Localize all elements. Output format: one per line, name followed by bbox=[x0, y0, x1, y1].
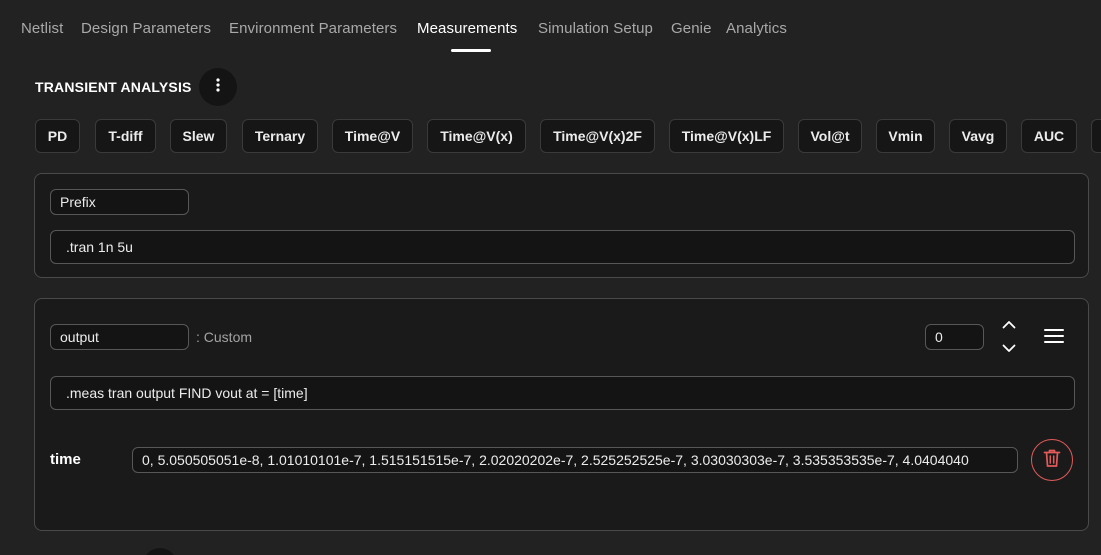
prefix-name-input[interactable]: Prefix bbox=[50, 189, 189, 215]
measure-button-ternary[interactable]: Ternary bbox=[242, 119, 318, 153]
app-root: Netlist Design Parameters Environment Pa… bbox=[0, 0, 1101, 555]
measure-button-time-at-vx-2f[interactable]: Time@V(x)2F bbox=[540, 119, 655, 153]
measure-button-time-at-vx[interactable]: Time@V(x) bbox=[427, 119, 526, 153]
measure-type-label: : Custom bbox=[196, 329, 253, 345]
measure-button-vol-at-t[interactable]: Vol@t bbox=[798, 119, 862, 153]
measure-card: output : Custom 0 .meas tran output FIND… bbox=[34, 298, 1089, 531]
top-nav: Netlist Design Parameters Environment Pa… bbox=[0, 0, 1101, 56]
chevron-up-icon bbox=[1002, 316, 1016, 334]
delete-param-button[interactable] bbox=[1031, 439, 1073, 481]
section-title: TRANSIENT ANALYSIS bbox=[35, 79, 192, 95]
measure-index-input[interactable]: 0 bbox=[925, 324, 984, 350]
tab-genie[interactable]: Genie bbox=[671, 20, 712, 37]
tab-analytics[interactable]: Analytics bbox=[726, 20, 787, 37]
tab-design-parameters[interactable]: Design Parameters bbox=[81, 20, 211, 37]
measure-button-time-at-vx-lf[interactable]: Time@V(x)LF bbox=[669, 119, 784, 153]
add-measure-button[interactable] bbox=[143, 548, 177, 555]
chevron-down-icon bbox=[1002, 340, 1016, 358]
measure-options-button[interactable] bbox=[1041, 327, 1067, 349]
measure-button-slew[interactable]: Slew bbox=[170, 119, 227, 153]
move-down-button[interactable] bbox=[999, 341, 1019, 357]
kebab-vertical-icon bbox=[216, 77, 220, 97]
measure-button-pd[interactable]: PD bbox=[35, 119, 80, 153]
measure-button-auc[interactable]: AUC bbox=[1021, 119, 1077, 153]
measure-button-t-diff[interactable]: T-diff bbox=[95, 119, 156, 153]
tab-environment-parameters[interactable]: Environment Parameters bbox=[229, 20, 397, 37]
prefix-card: Prefix .tran 1n 5u bbox=[34, 173, 1089, 278]
move-up-button[interactable] bbox=[999, 317, 1019, 333]
param-input-time[interactable]: 0, 5.050505051e-8, 1.01010101e-7, 1.5151… bbox=[132, 447, 1018, 473]
measure-button-time-at-v[interactable]: Time@V bbox=[332, 119, 413, 153]
measure-button-vavg[interactable]: Vavg bbox=[949, 119, 1007, 153]
section-menu-button[interactable] bbox=[199, 68, 237, 106]
param-label-time: time bbox=[50, 451, 81, 468]
measure-button-overflow[interactable] bbox=[1091, 119, 1101, 153]
trash-icon bbox=[1043, 448, 1061, 473]
active-tab-indicator bbox=[451, 49, 491, 52]
tab-measurements[interactable]: Measurements bbox=[417, 20, 517, 37]
prefix-command-input[interactable]: .tran 1n 5u bbox=[50, 230, 1075, 264]
measure-button-vmin[interactable]: Vmin bbox=[876, 119, 935, 153]
tab-netlist[interactable]: Netlist bbox=[21, 20, 63, 37]
hamburger-menu-icon bbox=[1044, 328, 1064, 349]
measure-name-input[interactable]: output bbox=[50, 324, 189, 350]
measure-command-input[interactable]: .meas tran output FIND vout at = [time] bbox=[50, 376, 1075, 410]
tab-simulation-setup[interactable]: Simulation Setup bbox=[538, 20, 653, 37]
